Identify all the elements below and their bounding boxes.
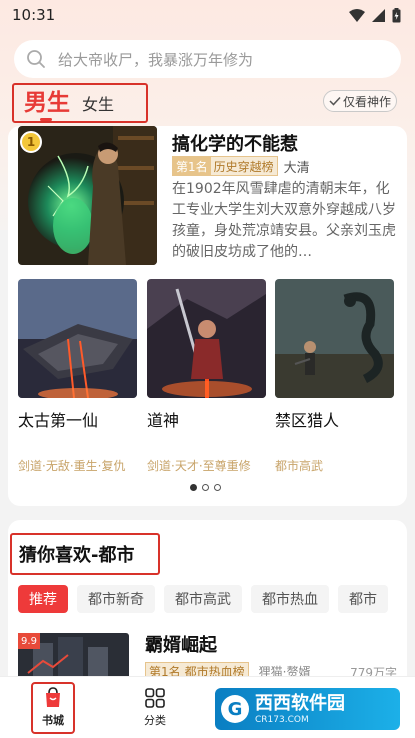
featured-book-title[interactable]: 搞化学的不能惹 — [172, 130, 298, 156]
score-badge: 9.9 — [18, 633, 40, 649]
grid-book-title: 道神 — [147, 411, 180, 430]
recommend-section-title: 猜你喜欢-都市 — [10, 533, 160, 575]
carousel-dot-active[interactable] — [190, 484, 197, 491]
grid-book-tags: 剑道·无敌·重生·复仇 — [18, 459, 126, 473]
tab-male[interactable]: 男生 — [24, 89, 70, 121]
chip-urban-novel[interactable]: 都市新奇 — [77, 585, 155, 613]
search-icon — [27, 50, 45, 68]
watermark-logo-icon: G — [221, 695, 249, 723]
grid-book-tags: 都市高武 — [275, 459, 324, 473]
featured-book-tags: 第1名 历史穿越榜 大清 — [172, 156, 310, 176]
chip-urban[interactable]: 都市 — [338, 585, 388, 613]
grid-book-title: 禁区猎人 — [275, 411, 340, 430]
grid-book-cover — [18, 279, 137, 398]
status-icons — [349, 7, 401, 23]
active-tab-indicator — [40, 118, 52, 121]
only-masterpiece-label: 仅看神作 — [342, 94, 391, 109]
tab-male-label: 男生 — [24, 90, 70, 116]
search-placeholder: 给大帝收尸，我暴涨万年修为 — [58, 50, 254, 69]
category-chips: 推荐 都市新奇 都市高武 都市热血 都市 — [18, 585, 388, 613]
grid-book-2[interactable]: 道神 剑道·天才·至尊重修 — [147, 279, 266, 473]
watermark-sub: CR173.COM — [255, 714, 309, 725]
featured-book-author: 大清 — [283, 160, 310, 176]
tab-female[interactable]: 女生 — [82, 93, 114, 117]
grid-book-tags: 剑道·天才·至尊重修 — [147, 459, 251, 473]
search-bar[interactable]: 给大帝收尸，我暴涨万年修为 — [14, 40, 401, 78]
site-watermark: G 西西软件园 CR173.COM — [215, 688, 400, 730]
carousel-dots — [190, 484, 221, 491]
rank-list-tag[interactable]: 第1名 历史穿越榜 — [172, 156, 278, 176]
nav-highlight-box — [31, 682, 75, 734]
category-icon — [145, 688, 165, 708]
grid-book-cover — [275, 279, 394, 398]
carousel-dot[interactable] — [214, 484, 221, 491]
nav-category[interactable]: 分类 — [120, 677, 190, 738]
checkmark-icon — [329, 96, 341, 106]
grid-book-3[interactable]: 禁区猎人 都市高武 — [275, 279, 394, 473]
wifi-icon — [349, 8, 365, 22]
nav-label: 分类 — [144, 714, 166, 727]
recommend-book-title[interactable]: 霸婿崛起 — [145, 631, 217, 657]
carousel-dot[interactable] — [202, 484, 209, 491]
rank-label: 第1名 — [173, 157, 211, 175]
grid-book-cover — [147, 279, 266, 398]
chip-urban-martial[interactable]: 都市高武 — [164, 585, 242, 613]
status-bar: 10:31 — [0, 0, 415, 30]
rank-badge: 1 — [20, 131, 42, 153]
grid-book-1[interactable]: 太古第一仙 剑道·无敌·重生·复仇 — [18, 279, 137, 473]
grid-book-title: 太古第一仙 — [18, 411, 99, 430]
rank-list-name: 历史穿越榜 — [213, 159, 274, 174]
status-time: 10:31 — [12, 6, 56, 24]
chip-urban-hot[interactable]: 都市热血 — [251, 585, 329, 613]
watermark-text: 西西软件园 CR173.COM — [255, 693, 345, 726]
only-masterpiece-toggle[interactable]: 仅看神作 — [323, 90, 397, 112]
chip-recommend[interactable]: 推荐 — [18, 585, 68, 613]
battery-icon — [392, 7, 401, 22]
watermark-main: 西西软件园 — [255, 692, 345, 714]
featured-book-description: 在1902年风雪肆虐的清朝末年，化工专业大学生刘大双意外穿越成八岁孩童，身处荒凉… — [172, 181, 396, 260]
signal-icon — [372, 8, 385, 22]
gender-tabs: 男生 女生 — [12, 83, 148, 123]
